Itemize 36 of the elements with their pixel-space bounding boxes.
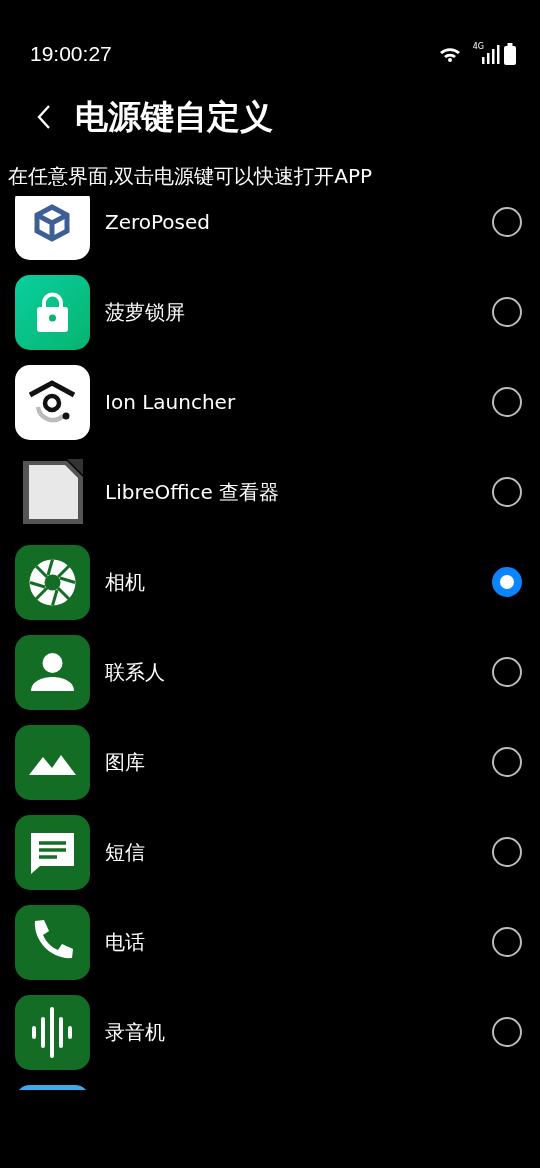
radio-button[interactable] <box>492 387 522 417</box>
radio-button[interactable] <box>492 747 522 777</box>
signal-icon <box>482 44 500 64</box>
status-time: 19:00:27 <box>30 41 112 67</box>
radio-button[interactable] <box>492 207 522 237</box>
radio-button[interactable] <box>492 837 522 867</box>
app-name: 电话 <box>105 928 146 956</box>
lock-icon[interactable] <box>15 274 90 350</box>
message-icon[interactable] <box>15 814 90 890</box>
radio-button[interactable] <box>492 927 522 957</box>
page-title: 电源键自定义 <box>75 95 273 138</box>
battery-icon <box>504 43 516 65</box>
app-name: 图库 <box>105 748 146 776</box>
waveform-icon[interactable] <box>15 994 90 1070</box>
radio-button[interactable] <box>492 567 522 597</box>
mountains-icon[interactable] <box>15 724 90 800</box>
app-name: 录音机 <box>105 1018 166 1046</box>
app-name: ZeroPosed <box>105 210 212 234</box>
app-name: 联系人 <box>105 658 166 686</box>
description-text: 在任意界面,双击电源键可以快速打开APP <box>8 163 374 190</box>
phone-icon[interactable] <box>15 904 90 980</box>
person-icon[interactable] <box>15 634 90 710</box>
app-name: 短信 <box>105 838 146 866</box>
app-name: Ion Launcher <box>105 390 237 414</box>
radio-button[interactable] <box>492 657 522 687</box>
cube-icon[interactable] <box>15 196 90 260</box>
app-name: 相机 <box>105 568 146 596</box>
aperture-icon[interactable] <box>15 544 90 620</box>
app-name: LibreOffice 查看器 <box>105 478 281 506</box>
wifi-icon <box>438 46 461 62</box>
network-type: 4G <box>472 42 484 51</box>
radio-button[interactable] <box>492 297 522 327</box>
radio-button[interactable] <box>492 477 522 507</box>
eye-house-icon[interactable] <box>15 364 90 440</box>
app-name: 菠萝锁屏 <box>105 298 186 326</box>
radio-button[interactable] <box>492 1017 522 1047</box>
